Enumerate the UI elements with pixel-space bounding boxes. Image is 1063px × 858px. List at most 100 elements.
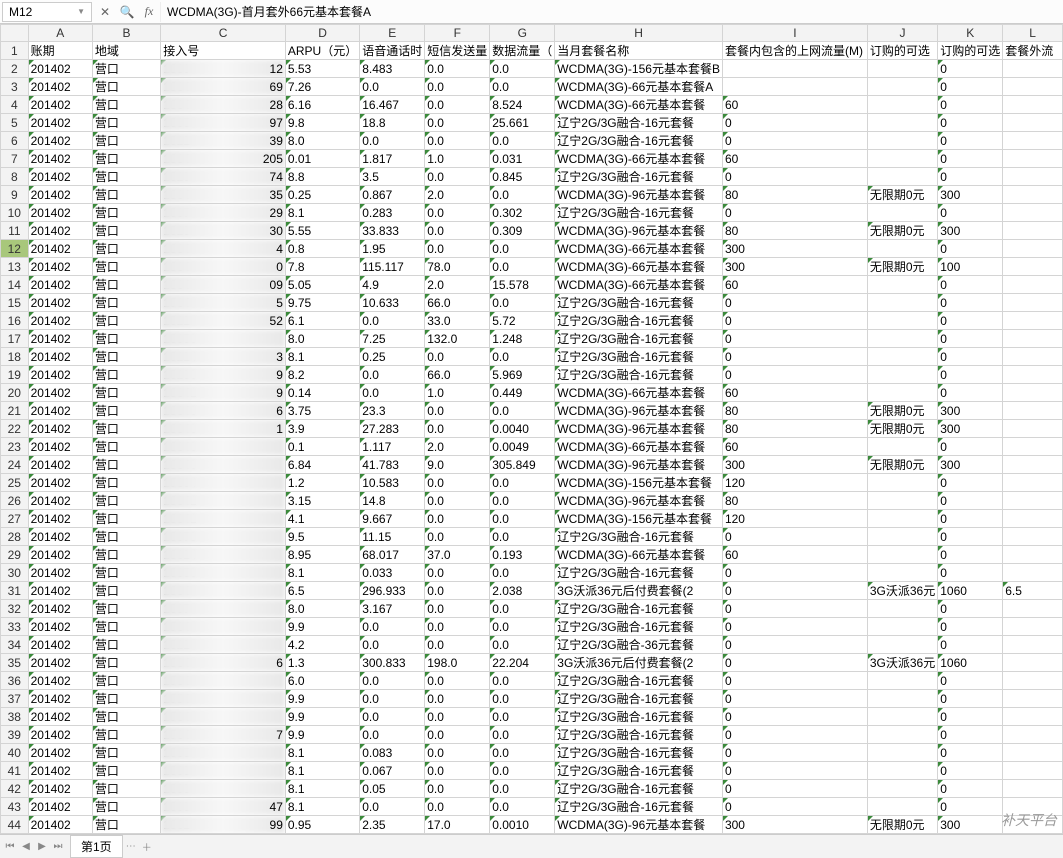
cell[interactable]: 0.0 bbox=[490, 474, 555, 492]
cell[interactable]: 0 bbox=[722, 294, 867, 312]
cell[interactable]: 0 bbox=[938, 294, 1003, 312]
magnify-icon[interactable]: 🔍 bbox=[116, 5, 138, 19]
cell[interactable]: 201402 bbox=[28, 762, 92, 780]
cell[interactable]: 辽宁2G/3G融合-16元套餐 bbox=[555, 618, 723, 636]
cell[interactable]: 201402 bbox=[28, 510, 92, 528]
cell[interactable]: 3G沃派36元后付费套餐(2 bbox=[555, 582, 723, 600]
cell[interactable]: 0.0 bbox=[425, 78, 490, 96]
cell[interactable]: 186401 bbox=[161, 420, 286, 438]
row-header[interactable]: 1 bbox=[1, 42, 29, 60]
cell[interactable]: 0.0 bbox=[425, 348, 490, 366]
cell[interactable]: 201402 bbox=[28, 240, 92, 258]
row-header[interactable]: 29 bbox=[1, 546, 29, 564]
cell[interactable]: 201402 bbox=[28, 204, 92, 222]
cell[interactable]: 0.0 bbox=[490, 510, 555, 528]
cell[interactable]: 营口 bbox=[92, 474, 160, 492]
row-header[interactable]: 24 bbox=[1, 456, 29, 474]
cell[interactable]: 120 bbox=[722, 510, 867, 528]
cell[interactable]: 201402 bbox=[28, 276, 92, 294]
cell[interactable]: 201402 bbox=[28, 690, 92, 708]
cell[interactable]: 8.1 bbox=[285, 564, 359, 582]
cell[interactable]: 80 bbox=[722, 492, 867, 510]
row-header[interactable]: 30 bbox=[1, 564, 29, 582]
row-header[interactable]: 32 bbox=[1, 600, 29, 618]
cell[interactable]: 0 bbox=[722, 672, 867, 690]
cell[interactable]: 0.0 bbox=[490, 744, 555, 762]
row-header[interactable]: 21 bbox=[1, 402, 29, 420]
cell[interactable]: 132.0 bbox=[425, 330, 490, 348]
cell[interactable]: 0.449 bbox=[490, 384, 555, 402]
header-cell[interactable]: 套餐内包含的上网流量(M) bbox=[722, 42, 867, 60]
cell[interactable] bbox=[1003, 546, 1063, 564]
col-header-F[interactable]: F bbox=[425, 25, 490, 42]
cell[interactable]: 5.969 bbox=[490, 366, 555, 384]
cell[interactable]: 0.0 bbox=[360, 672, 425, 690]
cell[interactable]: 0 bbox=[722, 726, 867, 744]
row-header[interactable]: 14 bbox=[1, 276, 29, 294]
cell[interactable]: 7.25 bbox=[360, 330, 425, 348]
cell[interactable]: 13079 bbox=[161, 528, 286, 546]
row-header[interactable]: 27 bbox=[1, 510, 29, 528]
cell[interactable]: 300 bbox=[722, 240, 867, 258]
cell[interactable]: 0 bbox=[938, 312, 1003, 330]
cell[interactable]: 8.1 bbox=[285, 204, 359, 222]
row-header[interactable]: 7 bbox=[1, 150, 29, 168]
cell[interactable]: 201402 bbox=[28, 348, 92, 366]
cell[interactable]: 8.2 bbox=[285, 366, 359, 384]
cell[interactable]: 1.0 bbox=[425, 384, 490, 402]
cell[interactable] bbox=[1003, 294, 1063, 312]
cell[interactable] bbox=[1003, 474, 1063, 492]
cell[interactable] bbox=[867, 798, 937, 816]
row-header[interactable]: 2 bbox=[1, 60, 29, 78]
cell[interactable] bbox=[1003, 330, 1063, 348]
row-header[interactable]: 18 bbox=[1, 348, 29, 366]
cell[interactable]: 186428 bbox=[161, 96, 286, 114]
cell[interactable]: 0 bbox=[938, 510, 1003, 528]
cell[interactable]: 18646 bbox=[161, 654, 286, 672]
cell[interactable] bbox=[867, 132, 937, 150]
cell[interactable]: 66.0 bbox=[425, 366, 490, 384]
row-header[interactable]: 13 bbox=[1, 258, 29, 276]
cell[interactable]: 8.0 bbox=[285, 600, 359, 618]
cell[interactable]: 4.9 bbox=[360, 276, 425, 294]
row-header[interactable]: 25 bbox=[1, 474, 29, 492]
cell[interactable] bbox=[867, 150, 937, 168]
cell[interactable]: 0 bbox=[722, 132, 867, 150]
cell[interactable]: 1.3 bbox=[285, 654, 359, 672]
row-header[interactable]: 11 bbox=[1, 222, 29, 240]
cell[interactable]: 0 bbox=[938, 384, 1003, 402]
cell[interactable]: 201402 bbox=[28, 780, 92, 798]
cell[interactable]: 0 bbox=[722, 798, 867, 816]
cell[interactable]: 营口 bbox=[92, 564, 160, 582]
cell[interactable] bbox=[1003, 60, 1063, 78]
cell[interactable]: 131330 bbox=[161, 222, 286, 240]
cell[interactable]: 60 bbox=[722, 384, 867, 402]
cell[interactable]: 营口 bbox=[92, 672, 160, 690]
cell[interactable]: 0 bbox=[722, 708, 867, 726]
cell[interactable]: 3G沃派36元 bbox=[867, 654, 937, 672]
cell[interactable]: 0.283 bbox=[360, 204, 425, 222]
cell[interactable]: 0 bbox=[938, 78, 1003, 96]
cell[interactable]: 辽宁2G/3G融合-16元套餐 bbox=[555, 528, 723, 546]
header-cell[interactable]: 订购的可选 bbox=[938, 42, 1003, 60]
cell[interactable]: 186409 bbox=[161, 276, 286, 294]
cell[interactable]: 3.5 bbox=[360, 168, 425, 186]
cell[interactable]: 营口 bbox=[92, 222, 160, 240]
cell[interactable] bbox=[867, 672, 937, 690]
cell[interactable] bbox=[1003, 564, 1063, 582]
cell[interactable] bbox=[867, 546, 937, 564]
col-header-J[interactable]: J bbox=[867, 25, 937, 42]
cell[interactable]: 6.5 bbox=[285, 582, 359, 600]
cell[interactable]: 2.0 bbox=[425, 276, 490, 294]
cell[interactable]: 0.0 bbox=[490, 636, 555, 654]
cell[interactable]: 18640 bbox=[161, 456, 286, 474]
tab-menu-icon[interactable]: ⋯ bbox=[123, 839, 139, 855]
cell[interactable]: 0.0 bbox=[360, 798, 425, 816]
cell[interactable]: 201402 bbox=[28, 564, 92, 582]
cell[interactable]: 0.0 bbox=[490, 492, 555, 510]
cell[interactable]: 33.833 bbox=[360, 222, 425, 240]
cell[interactable]: 营口 bbox=[92, 60, 160, 78]
cell[interactable]: 201402 bbox=[28, 582, 92, 600]
cell[interactable]: WCDMA(3G)-96元基本套餐 bbox=[555, 402, 723, 420]
cell[interactable]: 27.283 bbox=[360, 420, 425, 438]
